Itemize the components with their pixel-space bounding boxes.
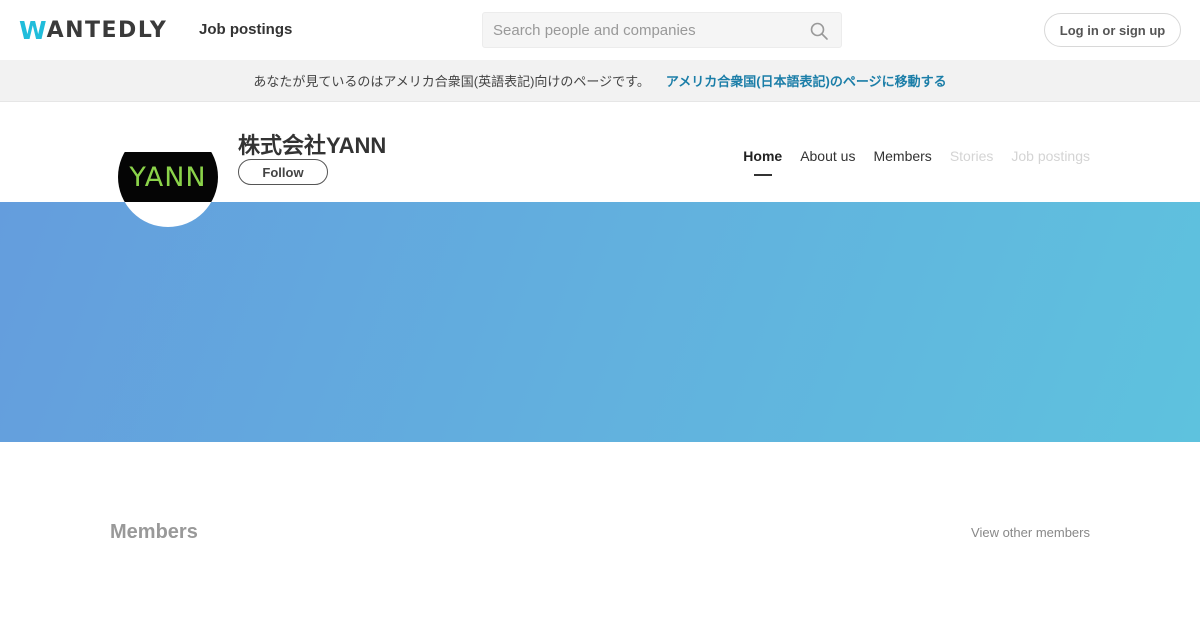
search-icon[interactable] [809, 21, 829, 41]
region-message: あなたが見ているのはアメリカ合衆国(英語表記)向けのページです。 [253, 74, 650, 89]
tab-home[interactable]: Home [743, 148, 782, 164]
follow-button[interactable]: Follow [238, 159, 328, 185]
tab-stories: Stories [949, 148, 994, 164]
top-header: WANTEDLY Job postings Log in or sign up [0, 0, 1200, 60]
company-name: 株式会社YANN [238, 133, 387, 158]
company-logo: YANN [118, 127, 218, 227]
company-logo-band: YANN [118, 152, 218, 202]
tab-members[interactable]: Members [873, 148, 931, 164]
tab-job-postings: Job postings [1011, 148, 1090, 164]
tab-about-us[interactable]: About us [800, 148, 855, 164]
wantedly-logo[interactable]: W ANTEDLY [19, 15, 168, 45]
cover-image [0, 202, 1200, 442]
view-other-members-link[interactable]: View other members [971, 525, 1090, 540]
login-signup-button[interactable]: Log in or sign up [1044, 13, 1181, 47]
region-switch-link[interactable]: アメリカ合衆国(日本語表記)のページに移動する [666, 71, 947, 90]
logo-initial: W [19, 15, 47, 45]
company-tabs: Home About us Members Stories Job postin… [743, 148, 1090, 164]
logo-wordmark: ANTEDLY [46, 17, 168, 43]
search-box[interactable] [482, 12, 842, 48]
region-banner: あなたが見ているのはアメリカ合衆国(英語表記)向けのページです。 アメリカ合衆国… [0, 60, 1200, 102]
members-section-title: Members [110, 521, 198, 543]
company-logo-text: YANN [129, 161, 207, 193]
search-input[interactable] [493, 13, 803, 47]
nav-job-postings[interactable]: Job postings [199, 21, 292, 38]
